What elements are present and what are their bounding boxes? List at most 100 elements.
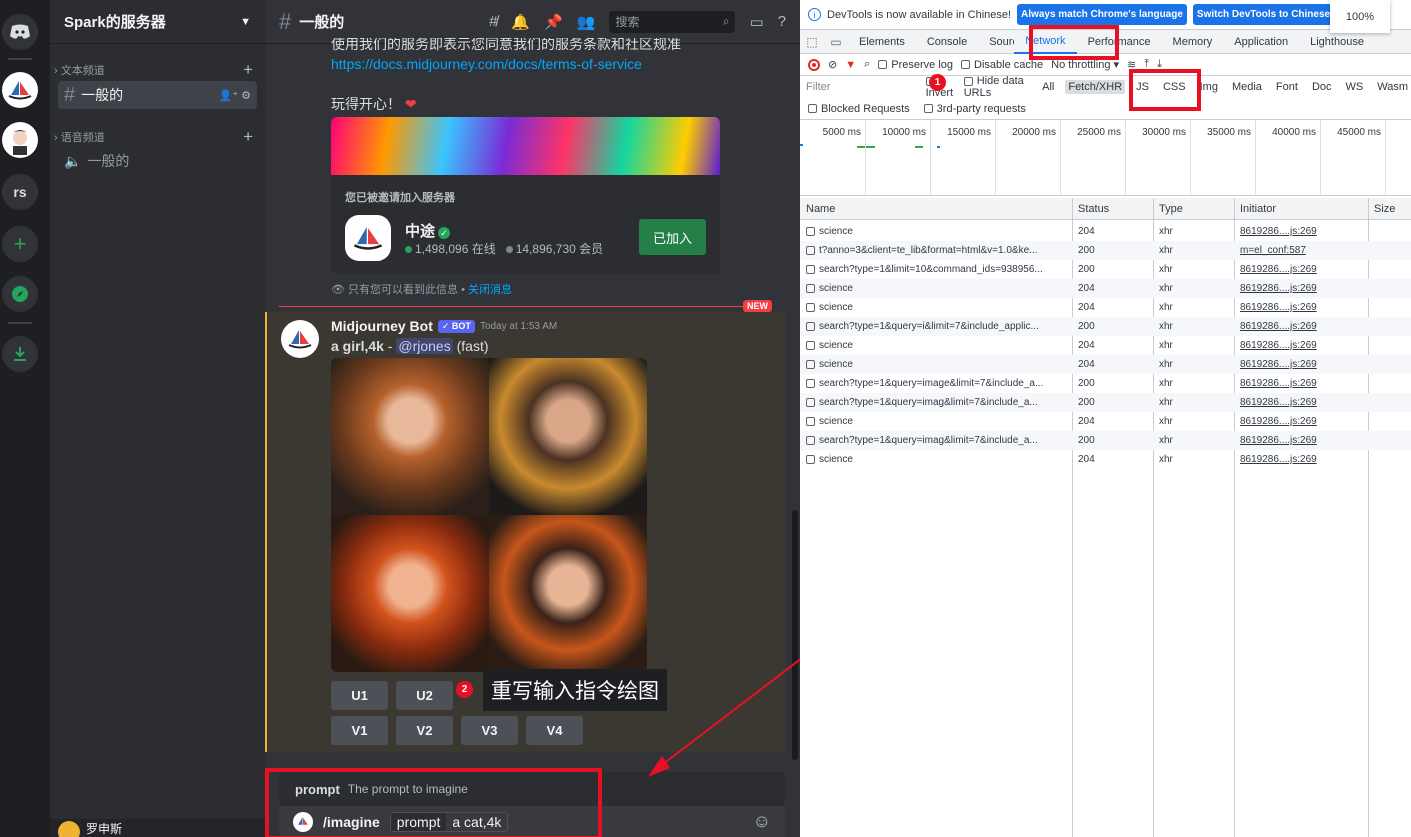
emoji-icon[interactable]: ☺ (753, 811, 771, 832)
request-name-text: science (819, 454, 853, 465)
col-status[interactable]: Status (1072, 198, 1109, 219)
add-channel-icon[interactable]: + (243, 60, 253, 80)
search-input[interactable]: 搜索 ⌕ (609, 10, 736, 33)
request-initiator[interactable]: 8619286....js:269 (1234, 260, 1364, 279)
filter-doc[interactable]: Doc (1309, 80, 1335, 94)
v2-button[interactable]: V2 (396, 716, 453, 745)
terms-link[interactable]: https://docs.midjourney.com/docs/terms-o… (331, 56, 681, 72)
preserve-log-checkbox[interactable]: Preserve log (878, 59, 953, 71)
request-row[interactable]: science 204 xhr 8619286....js:269 (800, 336, 1411, 355)
request-initiator[interactable]: 8619286....js:269 (1234, 317, 1364, 336)
inspect-icon[interactable]: ⬚ (800, 35, 824, 49)
filter-fetch-xhr[interactable]: Fetch/XHR (1065, 80, 1126, 94)
u1-button[interactable]: U1 (331, 681, 388, 710)
discord-home-icon[interactable] (2, 14, 38, 50)
category-voice[interactable]: › 语音频道 + (54, 127, 253, 147)
hide-data-urls-checkbox[interactable]: Hide data URLs (963, 75, 1031, 99)
disable-cache-checkbox[interactable]: Disable cache (961, 59, 1043, 71)
request-initiator[interactable]: m=el_conf:587 (1234, 241, 1364, 260)
midjourney-logo-icon (345, 215, 391, 261)
request-initiator[interactable]: 8619286....js:269 (1234, 393, 1364, 412)
record-icon[interactable] (808, 58, 820, 71)
help-icon[interactable]: ? (778, 13, 786, 30)
request-row[interactable]: t?anno=3&client=te_lib&format=html&v=1.0… (800, 241, 1411, 260)
server-avatar-icon[interactable] (2, 122, 38, 158)
tab-memory[interactable]: Memory (1162, 30, 1224, 54)
tab-sources[interactable]: Sources (978, 30, 1014, 54)
tab-application[interactable]: Application (1223, 30, 1299, 54)
request-row[interactable]: science 204 xhr 8619286....js:269 (800, 222, 1411, 241)
dismiss-link[interactable]: 关闭消息 (468, 284, 512, 296)
v4-button[interactable]: V4 (526, 716, 583, 745)
add-voice-channel-icon[interactable]: + (243, 127, 253, 147)
category-text[interactable]: › 文本频道 + (54, 60, 253, 80)
filter-all[interactable]: All (1039, 80, 1057, 94)
request-initiator[interactable]: 8619286....js:269 (1234, 450, 1364, 469)
bell-icon[interactable]: 🔔 (511, 13, 530, 31)
filter-funnel-icon[interactable]: ▼ (845, 59, 856, 71)
bot-name[interactable]: Midjourney Bot (331, 318, 433, 334)
bot-avatar[interactable] (281, 320, 319, 358)
server-midjourney-icon[interactable] (2, 72, 38, 108)
request-initiator[interactable]: 8619286....js:269 (1234, 336, 1364, 355)
filter-font[interactable]: Font (1273, 80, 1301, 94)
request-row[interactable]: science 204 xhr 8619286....js:269 (800, 412, 1411, 431)
request-row[interactable]: search?type=1&limit=10&command_ids=93895… (800, 260, 1411, 279)
request-name-text: search?type=1&query=imag&limit=7&include… (819, 397, 1038, 408)
request-row[interactable]: search?type=1&query=image&limit=7&includ… (800, 374, 1411, 393)
filter-input[interactable]: Filter (806, 81, 918, 93)
threads-icon[interactable]: #̸ (489, 13, 497, 30)
col-initiator[interactable]: Initiator (1234, 198, 1276, 219)
tab-lighthouse[interactable]: Lighthouse (1299, 30, 1375, 54)
generated-image-grid[interactable] (331, 358, 647, 672)
request-initiator[interactable]: 8619286....js:269 (1234, 374, 1364, 393)
request-row[interactable]: search?type=1&query=i&limit=7&include_ap… (800, 317, 1411, 336)
download-icon[interactable] (2, 336, 38, 372)
clear-icon[interactable]: ⊘ (828, 58, 837, 71)
request-row[interactable]: science 204 xhr 8619286....js:269 (800, 450, 1411, 469)
u2-button[interactable]: U2 (396, 681, 453, 710)
filter-ws[interactable]: WS (1343, 80, 1367, 94)
search-icon[interactable]: ⌕ (864, 58, 870, 71)
request-row[interactable]: search?type=1&query=imag&limit=7&include… (800, 431, 1411, 450)
request-initiator[interactable]: 8619286....js:269 (1234, 298, 1364, 317)
channel-general-text[interactable]: # 一般的 👤⁺ ⚙ (58, 81, 257, 109)
server-rs[interactable]: rs (2, 174, 38, 210)
add-server-icon[interactable]: + (2, 226, 38, 262)
v3-button[interactable]: V3 (461, 716, 518, 745)
members-icon[interactable]: 👥 (577, 13, 596, 31)
request-initiator[interactable]: 8619286....js:269 (1234, 431, 1364, 450)
inbox-icon[interactable]: ▭ (749, 13, 763, 31)
joined-button[interactable]: 已加入 (639, 219, 706, 255)
request-initiator[interactable]: 8619286....js:269 (1234, 222, 1364, 241)
request-initiator[interactable]: 8619286....js:269 (1234, 412, 1364, 431)
channel-settings-icon[interactable]: 👤⁺ ⚙ (219, 89, 251, 102)
user-mention[interactable]: @rjones (396, 338, 453, 354)
tab-console[interactable]: Console (916, 30, 978, 54)
explore-compass-icon[interactable] (2, 276, 38, 312)
request-initiator[interactable]: 8619286....js:269 (1234, 279, 1364, 298)
filter-wasm[interactable]: Wasm (1374, 80, 1411, 94)
tab-elements[interactable]: Elements (848, 30, 916, 54)
user-panel[interactable]: 罗申斯 (50, 819, 265, 837)
third-party-checkbox[interactable]: 3rd-party requests (923, 103, 1026, 115)
device-toggle-icon[interactable]: ▭ (824, 35, 848, 49)
blocked-requests-checkbox[interactable]: Blocked Requests (808, 103, 910, 115)
network-timeline[interactable]: 5000 ms 10000 ms 15000 ms 20000 ms 25000 ms 3… (800, 120, 1411, 196)
request-initiator[interactable]: 8619286....js:269 (1234, 355, 1364, 374)
col-size[interactable]: Size (1368, 198, 1395, 219)
chat-scrollbar[interactable] (792, 510, 798, 760)
request-row[interactable]: science 204 xhr 8619286....js:269 (800, 355, 1411, 374)
col-name[interactable]: Name (800, 198, 835, 219)
switch-language-button[interactable]: Switch DevTools to Chinese (1192, 4, 1335, 25)
pin-icon[interactable]: 📌 (544, 13, 563, 31)
request-row[interactable]: science 204 xhr 8619286....js:269 (800, 298, 1411, 317)
request-row[interactable]: science 204 xhr 8619286....js:269 (800, 279, 1411, 298)
match-language-button[interactable]: Always match Chrome's language (1017, 4, 1187, 25)
filter-media[interactable]: Media (1229, 80, 1265, 94)
channel-general-voice[interactable]: 🔈 一般的 (58, 147, 257, 175)
server-header[interactable]: Spark的服务器 ▼ (50, 0, 265, 44)
col-type[interactable]: Type (1153, 198, 1183, 219)
v1-button[interactable]: V1 (331, 716, 388, 745)
request-row[interactable]: search?type=1&query=imag&limit=7&include… (800, 393, 1411, 412)
